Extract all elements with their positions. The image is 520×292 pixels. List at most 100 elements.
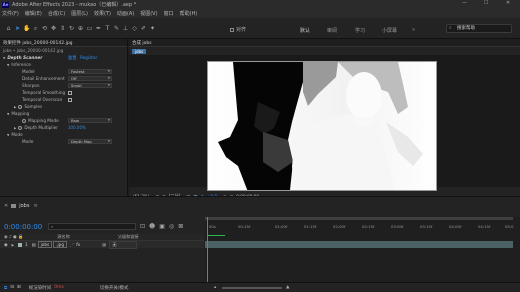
type-tool-icon[interactable]: T <box>104 25 111 32</box>
menu-edit[interactable]: 编辑(E) <box>25 10 42 17</box>
composition-tab[interactable]: 合成 jobs <box>129 40 155 46</box>
close-tab-icon[interactable]: ✕ <box>4 203 8 209</box>
layer-duration-bar[interactable] <box>205 241 513 248</box>
time-ruler[interactable]: 00s 00:15f 01:00f 01:15f 02:00f 02:15f 0… <box>205 221 520 231</box>
workspace-tab-default[interactable]: 默认 <box>300 27 310 34</box>
timeline-tab[interactable]: jobs <box>19 203 29 209</box>
eraser-tool-icon[interactable]: ◇ <box>131 25 138 32</box>
pan-tool-icon[interactable]: ✥ <box>50 25 57 32</box>
expand-arrow-icon[interactable]: ▼ <box>3 56 5 60</box>
effect-name: Depth Scanner <box>7 55 43 60</box>
selection-tool-icon[interactable]: ➤ <box>14 25 21 32</box>
shy-icon[interactable]: ☻ <box>149 223 155 230</box>
help-search-input[interactable]: ⌕ 搜索帮助 <box>446 24 512 33</box>
sharpen-select[interactable]: Small ▼ <box>68 83 112 88</box>
mode-select[interactable]: Depth Map ▼ <box>68 139 112 144</box>
prop-samples[interactable]: ▶ Samples <box>0 103 127 110</box>
menu-animation[interactable]: 动画(A) <box>117 10 134 17</box>
minimize-button[interactable]: — <box>462 0 467 6</box>
menu-file[interactable]: 文件(F) <box>2 10 19 17</box>
graph-editor-icon[interactable]: ⊠ <box>178 223 183 230</box>
rotate-tool-icon[interactable]: ↻ <box>68 25 75 32</box>
visibility-icon[interactable]: ◉ <box>4 242 8 247</box>
maximize-button[interactable]: ☐ <box>484 0 488 6</box>
hand-tool-icon[interactable]: ✋ <box>23 25 30 32</box>
layer-expand-icon[interactable]: ▶ <box>12 243 14 247</box>
workspace-tab-learn[interactable]: 学习 <box>355 27 365 34</box>
roto-brush-tool-icon[interactable]: ✐ <box>140 25 147 32</box>
temporal-overscan-checkbox[interactable] <box>68 97 72 102</box>
stopwatch-icon[interactable] <box>22 118 26 123</box>
snap-toggle[interactable]: 对齐 <box>230 26 246 33</box>
inference-section[interactable]: ▼ Inference <box>0 61 127 68</box>
mode-section[interactable]: ▼ Mode <box>0 131 127 138</box>
dolly-tool-icon[interactable]: ⇕ <box>59 25 66 32</box>
mapping-mode-select[interactable]: Raw ▼ <box>68 118 112 123</box>
menu-layer[interactable]: 图层(L) <box>71 10 88 17</box>
effect-reset-link[interactable]: 重置 <box>68 55 76 61</box>
close-button[interactable]: ✕ <box>506 0 510 6</box>
brush-tool-icon[interactable]: ✎ <box>113 25 120 32</box>
rectangle-tool-icon[interactable]: ▭ <box>86 25 93 32</box>
menu-view[interactable]: 视图(V) <box>140 10 157 17</box>
timeline-search-input[interactable]: ⌕ <box>48 223 136 230</box>
menu-effect[interactable]: 效果(T) <box>94 10 111 17</box>
zoom-out-icon[interactable]: ▴ <box>214 285 216 290</box>
pickwhip-icon[interactable]: @ <box>102 242 106 247</box>
zoom-tool-icon[interactable]: ⌕ <box>32 25 39 32</box>
home-icon[interactable]: ⌂ <box>5 25 12 32</box>
comp-chip[interactable]: jobs <box>132 49 147 54</box>
menu-window[interactable]: 窗口 <box>164 10 174 17</box>
prop-detail-enhancement: Detail Enhancement Off ▼ <box>22 76 112 81</box>
clone-stamp-tool-icon[interactable]: ⊥ <box>122 25 129 32</box>
timeline-timecode[interactable]: 0:00:00:00 <box>4 223 42 231</box>
workspace-more-button[interactable]: » <box>412 27 415 33</box>
layer-row[interactable]: ◉ ▶ 1 ▤ jobs .jpg ⋰ fx @ 无 <box>0 240 204 249</box>
workspace-tab-small-screen[interactable]: 小屏幕 <box>382 27 397 34</box>
parent-select[interactable]: 无 <box>109 240 138 249</box>
workspace-tab-review[interactable]: 审阅 <box>327 27 337 34</box>
pen-tool-icon[interactable]: ✒ <box>95 25 102 32</box>
playhead[interactable] <box>207 217 208 283</box>
parent-link-column[interactable]: 父级和链接 <box>118 234 139 240</box>
effect-register-link[interactable]: Register <box>80 55 97 60</box>
timeline-track-area[interactable]: 00s 00:15f 01:00f 01:15f 02:00f 02:15f 0… <box>205 217 520 283</box>
composition-viewer-panel: 合成 jobs jobs <box>129 39 520 199</box>
ruler-tick: 05:0 <box>505 223 514 229</box>
comp-flowchart-icon[interactable]: ⧉ <box>4 285 7 291</box>
section-arrow-icon: ▼ <box>7 111 10 116</box>
stopwatch-icon[interactable] <box>18 104 23 109</box>
transfer-controls-icon[interactable]: ⊞ <box>17 285 21 290</box>
temporal-smoothing-checkbox[interactable] <box>68 90 72 95</box>
depth-multiplier-arrow-icon[interactable]: ▶ <box>14 126 16 130</box>
ruler-tick: 03:15f <box>420 223 433 229</box>
label-color-icon[interactable] <box>17 242 22 247</box>
shy-switch-icon[interactable]: ⋰ <box>70 242 74 247</box>
effect-controls-tab[interactable]: 效果控件 jobs_20000-00142.jpg <box>0 40 76 46</box>
toggle-switches-modes-button[interactable]: 切换开关/模式 <box>100 285 129 291</box>
motion-blur-icon[interactable]: ◎ <box>169 223 174 230</box>
draft-3d-icon[interactable]: ⊡ <box>140 223 145 230</box>
source-name-column[interactable]: 源名称 <box>57 234 70 240</box>
panel-menu-icon[interactable]: ≡ <box>33 203 37 209</box>
frame-blend-icon[interactable]: ▣ <box>159 223 165 230</box>
pan-behind-tool-icon[interactable]: ⊕ <box>77 25 84 32</box>
tools-toolbar: ⌂ ➤ ✋ ⌕ ⟲ ✥ ⇕ ↻ ⊕ ▭ ✒ T ✎ ⊥ ◇ ✐ ✦ 对齐 默认 … <box>0 18 520 39</box>
layer-name[interactable]: jobs <box>37 241 53 248</box>
zoom-in-icon[interactable]: ▲ <box>286 285 289 290</box>
layer-switches-icon[interactable]: ⊟ <box>10 285 14 290</box>
menu-help[interactable]: 帮助(H) <box>180 10 198 17</box>
puppet-pin-tool-icon[interactable]: ✦ <box>149 25 156 32</box>
title-bar: Ae Adobe After Effects 2023 - mukao（已编辑）… <box>0 0 520 9</box>
depth-multiplier-value[interactable]: 100.00% <box>68 125 86 130</box>
detail-enhancement-select[interactable]: Off ▼ <box>68 76 112 81</box>
orbit-tool-icon[interactable]: ⟲ <box>41 25 48 32</box>
stopwatch-icon[interactable] <box>18 125 23 130</box>
mapping-section[interactable]: ▼ Mapping <box>0 110 127 117</box>
fx-switch-icon[interactable]: fx <box>76 242 80 247</box>
model-select[interactable]: Fastest ▼ <box>68 69 112 74</box>
zoom-slider[interactable] <box>222 287 282 289</box>
work-area-bar[interactable] <box>205 217 513 220</box>
menu-composition[interactable]: 合成(C) <box>48 10 65 17</box>
viewer-canvas[interactable] <box>129 55 520 191</box>
